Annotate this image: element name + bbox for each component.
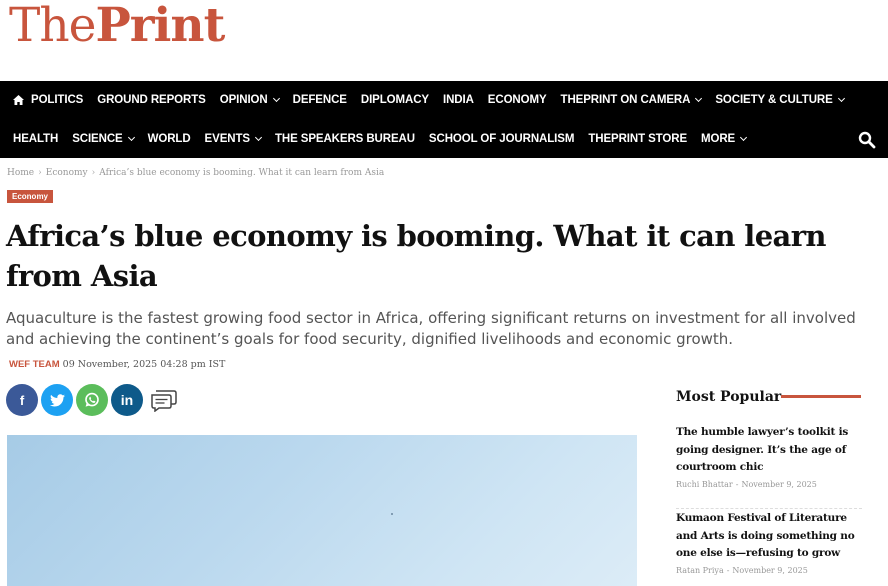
- nav-row-secondary: HEALTH SCIENCE WORLD EVENTS THE SPEAKERS BUR…: [0, 120, 753, 158]
- nav-item-label: POLITICS: [31, 94, 84, 106]
- nav-item-health[interactable]: HEALTH: [0, 133, 65, 145]
- popular-item-meta: Ratan Priya - November 9, 2025: [676, 566, 866, 575]
- nav-item-label: DEFENCE: [292, 94, 347, 106]
- linkedin-share-button[interactable]: in: [111, 384, 143, 416]
- nav-item-label: INDIA: [442, 94, 474, 106]
- facebook-icon: f: [19, 392, 25, 408]
- facebook-share-button[interactable]: f: [6, 384, 38, 416]
- chevron-down-icon: [272, 94, 280, 103]
- nav-item-economy[interactable]: ECONOMY: [481, 94, 554, 106]
- nav-item-label: HEALTH: [13, 133, 59, 145]
- breadcrumb-separator: ›: [91, 168, 96, 178]
- meta-separator: -: [726, 565, 730, 575]
- nav-item-science[interactable]: SCIENCE: [65, 133, 140, 145]
- nav-item-politics[interactable]: POLITICS: [24, 94, 90, 106]
- nav-item-defence[interactable]: DEFENCE: [286, 94, 354, 106]
- popular-item-meta: Ruchi Bhattar - November 9, 2025: [676, 480, 866, 489]
- popular-item-author[interactable]: Ruchi Bhattar: [676, 480, 733, 489]
- linkedin-icon: in: [120, 392, 134, 408]
- distant-bird: [391, 513, 393, 515]
- article-hero-image: [7, 435, 637, 586]
- author-link[interactable]: WEF TEAM: [9, 359, 60, 370]
- main-navigation: POLITICS GROUND REPORTS OPINION DEFENCE DIPL…: [0, 81, 888, 158]
- breadcrumb-current: Africa’s blue economy is booming. What i…: [99, 168, 385, 178]
- nav-item-label: SOCIETY & CULTURE: [715, 94, 833, 106]
- most-popular-title: Most Popular: [676, 389, 782, 405]
- nav-item-india[interactable]: INDIA: [436, 94, 481, 106]
- nav-item-opinion[interactable]: OPINION: [213, 94, 286, 106]
- nav-item-diplomacy[interactable]: DIPLOMACY: [354, 94, 436, 106]
- popular-item: The humble lawyer’s toolkit is going des…: [676, 424, 866, 489]
- publish-date: 09 November, 2025 04:28 pm IST: [62, 359, 226, 370]
- nav-row-primary: POLITICS GROUND REPORTS OPINION DEFENCE DIPL…: [0, 81, 851, 119]
- nav-item-more[interactable]: MORE: [694, 133, 753, 145]
- meta-separator: -: [735, 479, 739, 489]
- whatsapp-share-button[interactable]: [76, 384, 108, 416]
- nav-item-label: MORE: [701, 133, 736, 145]
- nav-item-label: SCIENCE: [72, 133, 123, 145]
- nav-item-label: GROUND REPORTS: [97, 94, 206, 106]
- twitter-icon: [49, 393, 65, 406]
- popular-item-author[interactable]: Ratan Priya: [676, 566, 724, 575]
- nav-item-theprint-on-camera[interactable]: THEPRINT ON CAMERA: [554, 94, 709, 106]
- home-icon[interactable]: [0, 95, 24, 105]
- search-icon[interactable]: [858, 131, 876, 149]
- chevron-down-icon: [837, 94, 845, 103]
- article-standfirst: Aquaculture is the fastest growing food …: [6, 309, 856, 348]
- popular-divider: [676, 508, 862, 509]
- nav-item-label: THE SPEAKERS BUREAU: [274, 133, 415, 145]
- breadcrumb-separator: ›: [38, 168, 42, 178]
- chevron-down-icon: [695, 94, 703, 103]
- logo-the: The: [9, 0, 96, 53]
- popular-item: Kumaon Festival of Literature and Arts i…: [676, 510, 866, 575]
- nav-item-school-of-journalism[interactable]: SCHOOL OF JOURNALISM: [422, 133, 581, 145]
- nav-item-label: DIPLOMACY: [360, 94, 429, 106]
- article-headline: Africa’s blue economy is booming. What i…: [6, 219, 827, 293]
- breadcrumb: Home › Economy › Africa’s blue economy is bo…: [7, 168, 384, 178]
- logo-print: Print: [95, 0, 225, 53]
- popular-item-title[interactable]: Kumaon Festival of Literature and Arts i…: [676, 510, 866, 563]
- chevron-down-icon: [254, 133, 263, 142]
- nav-item-label: THEPRINT STORE: [588, 133, 688, 145]
- nav-item-label: SCHOOL OF JOURNALISM: [428, 133, 575, 145]
- nav-item-society-culture[interactable]: SOCIETY & CULTURE: [708, 94, 850, 106]
- whatsapp-icon: [85, 392, 99, 407]
- most-popular-header: Most Popular: [676, 388, 866, 406]
- popular-item-date: November 9, 2025: [732, 565, 808, 575]
- nav-item-label: WORLD: [147, 133, 191, 145]
- nav-item-label: EVENTS: [204, 133, 251, 145]
- byline: WEF TEAM 09 November, 2025 04:28 pm IST: [9, 359, 225, 370]
- popular-item-date: November 9, 2025: [741, 479, 817, 489]
- site-logo[interactable]: ThePrint: [9, 0, 225, 60]
- twitter-share-button[interactable]: [41, 384, 73, 416]
- nav-item-events[interactable]: EVENTS: [198, 133, 268, 145]
- most-popular-rule: [781, 395, 861, 398]
- breadcrumb-section[interactable]: Economy: [46, 168, 88, 178]
- nav-item-theprint-store[interactable]: THEPRINT STORE: [581, 133, 694, 145]
- nav-item-label: ECONOMY: [487, 94, 547, 106]
- nav-item-ground-reports[interactable]: GROUND REPORTS: [90, 94, 213, 106]
- comment-icon[interactable]: [148, 384, 180, 416]
- share-bar: f in: [6, 384, 180, 416]
- nav-item-label: OPINION: [219, 94, 268, 106]
- chevron-down-icon: [740, 133, 748, 142]
- nav-item-world[interactable]: WORLD: [141, 133, 198, 145]
- nav-item-label: THEPRINT ON CAMERA: [560, 94, 691, 106]
- category-badge[interactable]: Economy: [7, 190, 54, 203]
- nav-item-the-speakers-bureau[interactable]: THE SPEAKERS BUREAU: [268, 133, 422, 145]
- breadcrumb-home[interactable]: Home: [7, 168, 34, 178]
- popular-item-title[interactable]: The humble lawyer’s toolkit is going des…: [676, 424, 866, 477]
- chevron-down-icon: [127, 133, 135, 142]
